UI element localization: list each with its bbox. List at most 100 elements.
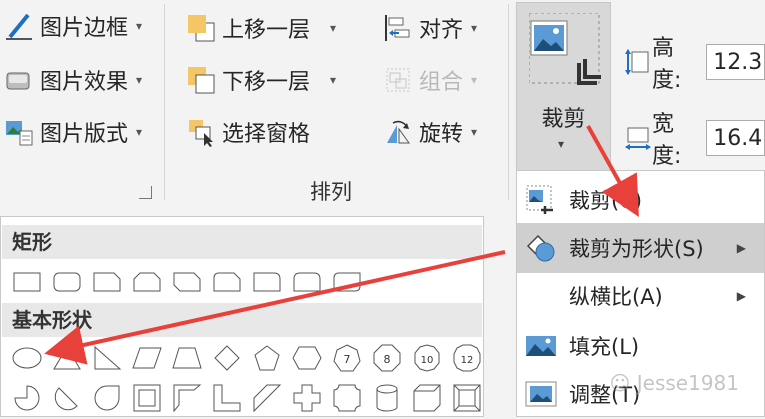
menu-item-fill[interactable]: 填充(L) (517, 321, 764, 371)
round-same-side-shape[interactable] (287, 265, 327, 299)
bevel-shape[interactable] (447, 381, 487, 415)
fit-icon (525, 378, 557, 410)
selection-pane-button[interactable]: 选择窗格 (186, 114, 310, 150)
width-row: 宽度: 16.4 (624, 106, 765, 170)
basic-shapes-row-1: 7 8 10 12 (7, 341, 487, 375)
rotate-label: 旋转 (419, 122, 464, 147)
align-label: 对齐 (419, 18, 464, 43)
picture-layout-label: 图片版式 (40, 122, 129, 147)
pie-shape[interactable] (7, 381, 47, 415)
selection-pane-icon (186, 117, 216, 147)
shapes-gallery: 矩形 基本形状 7 8 10 12 (0, 216, 484, 417)
bring-forward-label: 上移一层 (222, 18, 311, 43)
pen-icon (4, 11, 34, 41)
group-divider (164, 4, 165, 200)
teardrop-shape[interactable] (87, 381, 127, 415)
width-input[interactable]: 16.4 (706, 120, 765, 156)
crop-button[interactable]: 裁剪 ▾ (516, 2, 611, 172)
trapezoid-shape[interactable] (167, 341, 207, 375)
chord-shape[interactable] (47, 381, 87, 415)
group-button[interactable]: 组合 ▾ (383, 62, 477, 98)
menu-item-aspect-ratio-label: 纵横比(A) (569, 285, 663, 309)
can-shape[interactable] (367, 381, 407, 415)
align-icon (383, 13, 413, 43)
menu-item-aspect-ratio[interactable]: 纵横比(A) ▶ (517, 271, 764, 321)
chevron-down-icon: ▾ (136, 73, 143, 87)
picture-layout-button[interactable]: 图片版式 ▾ (4, 114, 142, 150)
chevron-down-icon: ▾ (471, 73, 478, 87)
decagon-shape[interactable]: 10 (407, 341, 447, 375)
diamond-shape[interactable] (207, 341, 247, 375)
bring-forward-button[interactable]: 上移一层 ▾ (186, 10, 336, 46)
menu-item-fill-label: 填充(L) (569, 335, 640, 359)
heptagon-number: 7 (344, 353, 351, 366)
frame-shape[interactable] (127, 381, 167, 415)
picture-border-label: 图片边框 (40, 16, 129, 41)
chevron-down-icon: ▾ (330, 73, 337, 87)
rectangle-shapes-row (7, 265, 367, 299)
rectangle-shape[interactable] (7, 265, 47, 299)
octagon-shape[interactable]: 8 (367, 341, 407, 375)
round-diagonal-shape[interactable] (327, 265, 367, 299)
decagon-number: 10 (421, 355, 434, 366)
chevron-down-icon: ▾ (558, 137, 565, 151)
group-divider (508, 4, 509, 200)
height-input[interactable]: 12.3 (706, 44, 765, 80)
watermark: ☺ Jesse1981 (610, 371, 739, 395)
chevron-down-icon: ▾ (330, 21, 337, 35)
heptagon-shape[interactable]: 7 (327, 341, 367, 375)
snip-same-side-shape[interactable] (127, 265, 167, 299)
submenu-arrow-icon: ▶ (736, 289, 746, 303)
group-icon (383, 65, 413, 95)
picture-effects-label: 图片效果 (40, 70, 129, 95)
snip-round-shape[interactable] (207, 265, 247, 299)
right-triangle-shape[interactable] (87, 341, 127, 375)
menu-item-crop[interactable]: 裁剪(C) (517, 175, 764, 225)
dialog-launcher-icon[interactable] (139, 186, 152, 199)
hexagon-shape[interactable] (287, 341, 327, 375)
half-frame-shape[interactable] (167, 381, 207, 415)
dodecagon-number: 12 (461, 355, 474, 366)
align-button[interactable]: 对齐 ▾ (383, 10, 477, 46)
snip-diagonal-shape[interactable] (167, 265, 207, 299)
plaque-shape[interactable] (327, 381, 367, 415)
pentagon-shape[interactable] (247, 341, 287, 375)
menu-item-crop-to-shape-label: 裁剪为形状(S) (569, 237, 704, 261)
picture-effects-button[interactable]: 图片效果 ▾ (4, 62, 142, 98)
bring-forward-icon (186, 13, 216, 43)
chevron-down-icon: ▾ (136, 125, 143, 139)
height-icon (624, 48, 652, 76)
plus-shape[interactable] (287, 381, 327, 415)
round-single-corner-shape[interactable] (247, 265, 287, 299)
cube-shape[interactable] (407, 381, 447, 415)
rotate-button[interactable]: 旋转 ▾ (383, 114, 477, 150)
l-shape[interactable] (207, 381, 247, 415)
arrange-group-label: 排列 (310, 180, 352, 204)
basic-shapes-row-2 (7, 381, 487, 415)
wechat-icon: ☺ (609, 371, 631, 395)
chevron-down-icon: ▾ (471, 21, 478, 35)
shapes-icon (525, 232, 557, 264)
snip-single-corner-shape[interactable] (87, 265, 127, 299)
effects-icon (4, 65, 34, 95)
rectangles-category: 矩形 (2, 225, 482, 259)
width-icon (624, 124, 652, 152)
menu-item-crop-to-shape[interactable]: 裁剪为形状(S) ▶ (517, 223, 764, 273)
octagon-number: 8 (384, 353, 391, 366)
parallelogram-shape[interactable] (127, 341, 167, 375)
dodecagon-shape[interactable]: 12 (447, 341, 487, 375)
picture-border-button[interactable]: 图片边框 ▾ (4, 8, 142, 44)
height-row: 高度: 12.3 (624, 30, 765, 94)
selection-pane-label: 选择窗格 (222, 122, 311, 147)
group-label: 组合 (419, 70, 464, 95)
watermark-text: Jesse1981 (636, 371, 739, 395)
height-label: 高度: (652, 36, 682, 93)
triangle-shape[interactable] (47, 341, 87, 375)
rotate-icon (383, 117, 413, 147)
oval-shape[interactable] (7, 341, 47, 375)
submenu-arrow-icon: ▶ (736, 241, 746, 255)
diagonal-stripe-shape[interactable] (247, 381, 287, 415)
send-backward-button[interactable]: 下移一层 ▾ (186, 62, 336, 98)
width-label: 宽度: (652, 112, 682, 169)
rounded-rectangle-shape[interactable] (47, 265, 87, 299)
